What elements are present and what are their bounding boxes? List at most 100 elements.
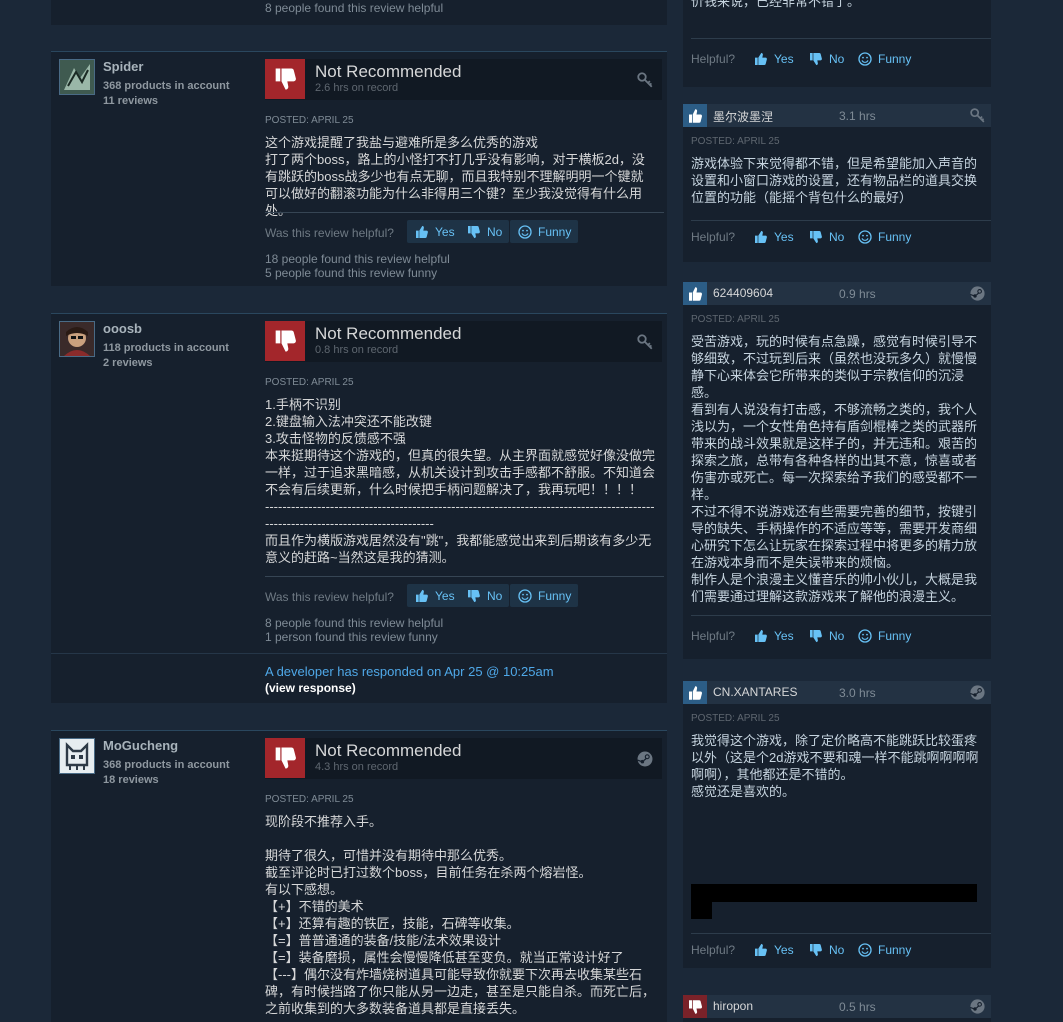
avatar[interactable] (59, 59, 95, 95)
yes-button[interactable]: Yes (407, 584, 462, 607)
yes-label: Yes (774, 628, 794, 643)
avatar[interactable] (59, 738, 95, 774)
funny-label: Funny (878, 628, 912, 643)
funny-button[interactable]: Funny (857, 48, 911, 69)
author-name[interactable]: 624409604 (713, 286, 773, 300)
hours-on-record: 0.9 hrs (839, 287, 876, 301)
hours-on-record: 3.0 hrs (839, 686, 876, 700)
verdict-title[interactable]: Not Recommended (315, 324, 461, 344)
no-button[interactable]: No (459, 220, 510, 243)
thumb-down-icon (466, 588, 482, 604)
funny-label: Funny (878, 229, 912, 244)
divider (691, 38, 991, 39)
developer-response: A developer has responded on Apr 25 @ 10… (51, 653, 667, 703)
no-button[interactable]: No (808, 625, 844, 646)
side-review-header[interactable]: 墨尔波墨涅 3.1 hrs (683, 104, 991, 127)
no-button[interactable]: No (808, 226, 844, 247)
avatar-image-icon (60, 60, 94, 94)
yes-button[interactable]: Yes (753, 939, 794, 960)
yes-button[interactable]: Yes (753, 226, 794, 247)
funny-button[interactable]: Funny (510, 584, 579, 607)
yes-label: Yes (774, 229, 794, 244)
no-button[interactable]: No (459, 584, 510, 607)
review-text: 受苦游戏，玩的时候有点急躁，感觉有时候引导不够细致，不过玩到后来（虽然也没玩多久… (691, 334, 978, 604)
verdict-title[interactable]: Not Recommended (315, 62, 461, 82)
side-review-card: 624409604 0.9 hrs POSTED: APRIL 25 受苦游戏，… (683, 282, 991, 659)
hours-on-record: 4.3 hrs on record (315, 761, 399, 773)
helpful-question: Helpful? (691, 230, 736, 244)
verdict-title[interactable]: Not Recommended (315, 741, 461, 761)
review-card: ooosb 118 products in account 2 reviews … (51, 313, 667, 653)
avatar-image-icon (60, 322, 94, 356)
funny-button[interactable]: Funny (857, 625, 911, 646)
helpful-count-text: 18 people found this review helpful (265, 252, 450, 266)
side-review-header[interactable]: hiropon 0.5 hrs (683, 995, 991, 1018)
funny-button[interactable]: Funny (857, 939, 911, 960)
funny-label: Funny (878, 942, 912, 957)
products-count[interactable]: 368 products in account (103, 759, 230, 771)
author-name[interactable]: 墨尔波墨涅 (713, 108, 773, 125)
developer-response-link[interactable]: A developer has responded on Apr 25 @ 10… (265, 664, 554, 679)
author-name[interactable]: CN.XANTARES (713, 685, 797, 699)
steam-icon (636, 750, 654, 768)
hours-on-record: 3.1 hrs (839, 109, 876, 123)
funny-button[interactable]: Funny (857, 226, 911, 247)
author-name[interactable]: hiropon (713, 999, 753, 1013)
hours-on-record: 0.8 hrs on record (315, 344, 399, 356)
funny-button[interactable]: Funny (510, 220, 579, 243)
review-card: Spider 368 products in account 11 review… (51, 51, 667, 286)
no-label: No (829, 628, 845, 643)
no-label: No (487, 588, 503, 603)
yes-button[interactable]: Yes (407, 220, 462, 243)
review-text: 1.手柄不识别 2.键盘输入法冲突还不能改键 3.攻击怪物的反馈感不强 本来挺期… (265, 397, 656, 565)
thumb-up-icon (683, 282, 707, 305)
thumb-up-icon (753, 942, 769, 958)
steam-icon (969, 998, 986, 1015)
reviews-count[interactable]: 11 reviews (103, 95, 158, 107)
posted-date: POSTED: APRIL 25 (265, 794, 354, 805)
products-count[interactable]: 368 products in account (103, 80, 230, 92)
thumb-down-icon (683, 995, 707, 1018)
author-name[interactable]: MoGucheng (103, 738, 178, 753)
review-text: 我觉得这个游戏，除了定价略高不能跳跃比较蛋疼以外（这是个2d游戏不要和魂一样不能… (691, 733, 979, 799)
reviews-count[interactable]: 2 reviews (103, 357, 153, 369)
posted-date: POSTED: APRIL 25 (265, 377, 354, 388)
products-count[interactable]: 118 products in account (103, 342, 229, 354)
funny-count-text: 5 people found this review funny (265, 266, 438, 280)
no-button[interactable]: No (808, 939, 844, 960)
side-review-header[interactable]: 624409604 0.9 hrs (683, 282, 991, 305)
review-text: 这个游戏提醒了我盐与避难所是多么优秀的游戏 打了两个boss，路上的小怪打不打几… (265, 135, 645, 218)
reviews-count[interactable]: 18 reviews (103, 774, 159, 786)
vote-header[interactable]: Not Recommended 4.3 hrs on record (265, 738, 662, 779)
thumb-up-icon (683, 681, 707, 704)
author-name[interactable]: ooosb (103, 321, 142, 336)
no-button[interactable]: No (808, 48, 844, 69)
thumb-up-icon (683, 104, 707, 127)
yes-label: Yes (435, 588, 455, 603)
helpful-question: Helpful? (691, 943, 736, 957)
funny-label: Funny (538, 588, 572, 603)
side-review-header[interactable]: CN.XANTARES 3.0 hrs (683, 681, 991, 704)
avatar-image-icon (60, 739, 94, 773)
thumb-down-icon (808, 229, 824, 245)
yes-button[interactable]: Yes (753, 625, 794, 646)
vote-header[interactable]: Not Recommended 2.6 hrs on record (265, 59, 662, 100)
smile-icon (857, 229, 873, 245)
no-label: No (829, 51, 845, 66)
thumb-up-icon (414, 224, 430, 240)
funny-label: Funny (878, 51, 912, 66)
view-response-link[interactable]: (view response) (265, 681, 356, 695)
side-review-card: 价钱来说，已经非常不错了。 Helpful? Yes No Funny (683, 0, 991, 87)
posted-date: POSTED: APRIL 25 (691, 136, 780, 147)
posted-date: POSTED: APRIL 25 (691, 314, 780, 325)
author-name[interactable]: Spider (103, 59, 143, 74)
no-label: No (829, 942, 845, 957)
embedded-media-bar (691, 884, 977, 902)
side-review-card: hiropon 0.5 hrs (683, 995, 991, 1022)
side-review-card: 墨尔波墨涅 3.1 hrs POSTED: APRIL 25 游戏体验下来觉得都… (683, 104, 991, 262)
smile-icon (857, 942, 873, 958)
avatar[interactable] (59, 321, 95, 357)
vote-header[interactable]: Not Recommended 0.8 hrs on record (265, 321, 662, 362)
yes-button[interactable]: Yes (753, 48, 794, 69)
divider (265, 576, 664, 577)
